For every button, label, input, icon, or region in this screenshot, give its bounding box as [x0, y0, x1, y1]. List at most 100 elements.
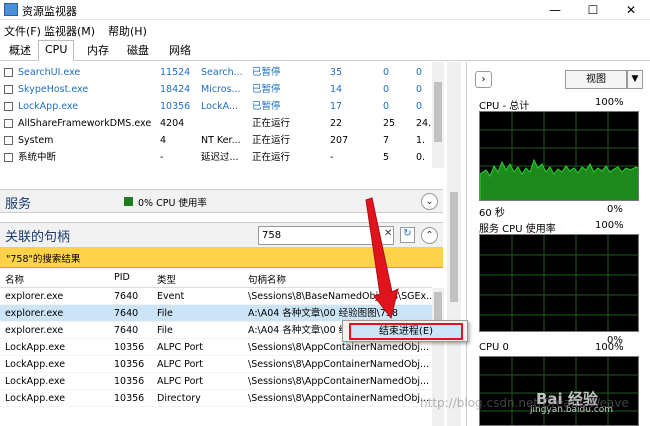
handle-type: Directory	[157, 393, 201, 404]
refresh-icon[interactable]: ↻	[400, 227, 415, 243]
col-type[interactable]: 类型	[157, 272, 176, 286]
cpu-total-max: 100%	[595, 97, 624, 108]
tab-cpu[interactable]: CPU	[38, 40, 75, 61]
handle-type: ALPC Port	[157, 359, 204, 370]
process-avg: 0	[416, 67, 423, 78]
resource-monitor-icon	[4, 3, 18, 16]
handle-type: ALPC Port	[157, 376, 204, 387]
process-row[interactable]: System 4 NT Ker... 正在运行 207 7 1.	[0, 132, 432, 149]
process-desc: NT Ker...	[201, 135, 241, 146]
main-scrollbar[interactable]	[447, 62, 461, 426]
handle-name: LockApp.exe	[5, 393, 66, 404]
process-status: 正在运行	[252, 152, 291, 163]
handle-type: File	[157, 308, 173, 319]
view-button[interactable]: 视图	[565, 70, 627, 89]
process-checkbox[interactable]	[4, 136, 13, 145]
process-status: 正在运行	[252, 135, 291, 146]
tab-bar: 概述 CPU 内存 磁盘 网络	[0, 39, 650, 61]
handle-name: explorer.exe	[5, 325, 64, 336]
process-checkbox[interactable]	[4, 119, 13, 128]
handle-pid: 10356	[114, 359, 145, 370]
handles-section-header[interactable]: 关联的句柄 ✕ ↻ ⌃	[0, 222, 443, 248]
process-status: 已暂停	[252, 101, 281, 112]
menu-file[interactable]: 文件(F)	[4, 23, 41, 39]
handle-row[interactable]: LockApp.exe 10356 ALPC Port \Sessions\8\App…	[0, 356, 432, 373]
handle-row[interactable]: LockApp.exe 10356 ALPC Port \Sessions\8\App…	[0, 373, 432, 390]
process-checkbox[interactable]	[4, 85, 13, 94]
col-handle-name[interactable]: 句柄名称	[248, 272, 286, 286]
chevron-up-icon[interactable]: ⌃	[421, 227, 438, 244]
chevron-down-icon[interactable]: ⌄	[421, 193, 438, 210]
process-status: 正在运行	[252, 118, 291, 129]
menu-help[interactable]: 帮助(H)	[108, 23, 147, 39]
title-bar: 资源监视器 — ☐ ✕	[0, 0, 650, 20]
menu-bar: 文件(F) 监视器(M) 帮助(H)	[0, 20, 650, 39]
process-pid: 4	[160, 135, 167, 146]
process-checkbox[interactable]	[4, 102, 13, 111]
end-process-menu-item[interactable]: 结束进程(E)	[349, 323, 463, 340]
process-cpu: 25	[383, 118, 396, 129]
graph-grid	[480, 235, 638, 331]
process-pid: 11524	[160, 67, 191, 78]
process-row[interactable]: 系统中断 - 延迟过... 正在运行 - 5 0.	[0, 149, 432, 166]
expand-icon[interactable]: ›	[475, 71, 492, 88]
tab-overview[interactable]: 概述	[2, 41, 38, 61]
process-avg: 1.	[416, 135, 426, 146]
scroll-thumb[interactable]	[450, 192, 458, 302]
cpu-total-chart	[480, 112, 638, 200]
menu-monitor[interactable]: 监视器(M)	[44, 23, 95, 39]
handle-search-input[interactable]	[258, 226, 394, 245]
process-status: 已暂停	[252, 67, 281, 78]
tab-memory[interactable]: 内存	[80, 41, 116, 61]
handle-pid: 7640	[114, 325, 139, 336]
tab-disk[interactable]: 磁盘	[120, 41, 156, 61]
process-row[interactable]: SkypeHost.exe 18424 Micros... 已暂停 14 0 0	[0, 81, 432, 98]
process-threads: 207	[330, 135, 349, 146]
process-scrollbar[interactable]	[432, 62, 444, 168]
close-button[interactable]: ✕	[612, 0, 650, 20]
scroll-thumb[interactable]	[434, 82, 442, 142]
process-row[interactable]: SearchUI.exe 11524 Search... 已暂停 35 0 0	[0, 64, 432, 81]
handles-table-header: 名称 PID 类型 句柄名称	[0, 268, 432, 288]
cpu0-label: CPU 0	[479, 342, 509, 353]
minimize-button[interactable]: —	[536, 0, 574, 20]
process-checkbox[interactable]	[4, 68, 13, 77]
service-cpu-chart	[480, 235, 638, 331]
window-title: 资源监视器	[22, 5, 77, 18]
maximize-button[interactable]: ☐	[574, 0, 612, 20]
chevron-down-icon[interactable]: ▼	[627, 70, 643, 89]
handle-name: explorer.exe	[5, 291, 64, 302]
blog-watermark: http://blog.csdn.net/Dream_Weave	[420, 396, 629, 410]
services-section-header[interactable]: 服务 0% CPU 使用率 ⌄	[0, 189, 443, 213]
graph-toolbar: › 视图 ▼	[467, 68, 650, 90]
process-cpu: 0	[383, 67, 390, 78]
handle-row[interactable]: LockApp.exe 10356 Directory \Sessions\8\App…	[0, 390, 432, 407]
process-status: 已暂停	[252, 84, 281, 95]
handle-pid: 7640	[114, 291, 139, 302]
process-checkbox[interactable]	[4, 153, 13, 162]
process-pid: 10356	[160, 101, 191, 112]
handle-type: ALPC Port	[157, 342, 204, 353]
handle-row[interactable]: explorer.exe 7640 Event \Sessions\8\BaseNam…	[0, 288, 432, 305]
tab-network[interactable]: 网络	[162, 41, 198, 61]
cpu0-max: 100%	[595, 342, 624, 353]
col-name[interactable]: 名称	[5, 272, 24, 286]
process-pid: 4204	[160, 118, 185, 129]
process-name: LockApp.exe	[18, 101, 79, 112]
process-pid: -	[160, 152, 164, 163]
handle-handle: \Sessions\8\AppContainerNamedObj...	[248, 376, 430, 387]
clear-search-icon[interactable]: ✕	[384, 228, 392, 239]
search-result-text: "758"的搜索结果	[6, 254, 81, 265]
process-cpu: 5	[383, 152, 390, 163]
context-menu: 结束进程(E)	[342, 320, 468, 342]
process-name: AllShareFrameworkDMS.exe	[18, 118, 152, 129]
process-desc: Search...	[201, 67, 243, 78]
process-avg: 24.	[416, 118, 432, 129]
services-cpu-summary: 0% CPU 使用率	[138, 198, 207, 209]
cpu-total-graph	[479, 111, 639, 201]
service-cpu-graph	[479, 234, 639, 332]
process-row[interactable]: AllShareFrameworkDMS.exe 4204 正在运行 22 25 24.	[0, 115, 432, 132]
handle-handle: \Sessions\8\AppContainerNamedObj...	[248, 393, 430, 404]
process-row[interactable]: LockApp.exe 10356 LockA... 已暂停 17 0 0	[0, 98, 432, 115]
col-pid[interactable]: PID	[114, 272, 130, 283]
